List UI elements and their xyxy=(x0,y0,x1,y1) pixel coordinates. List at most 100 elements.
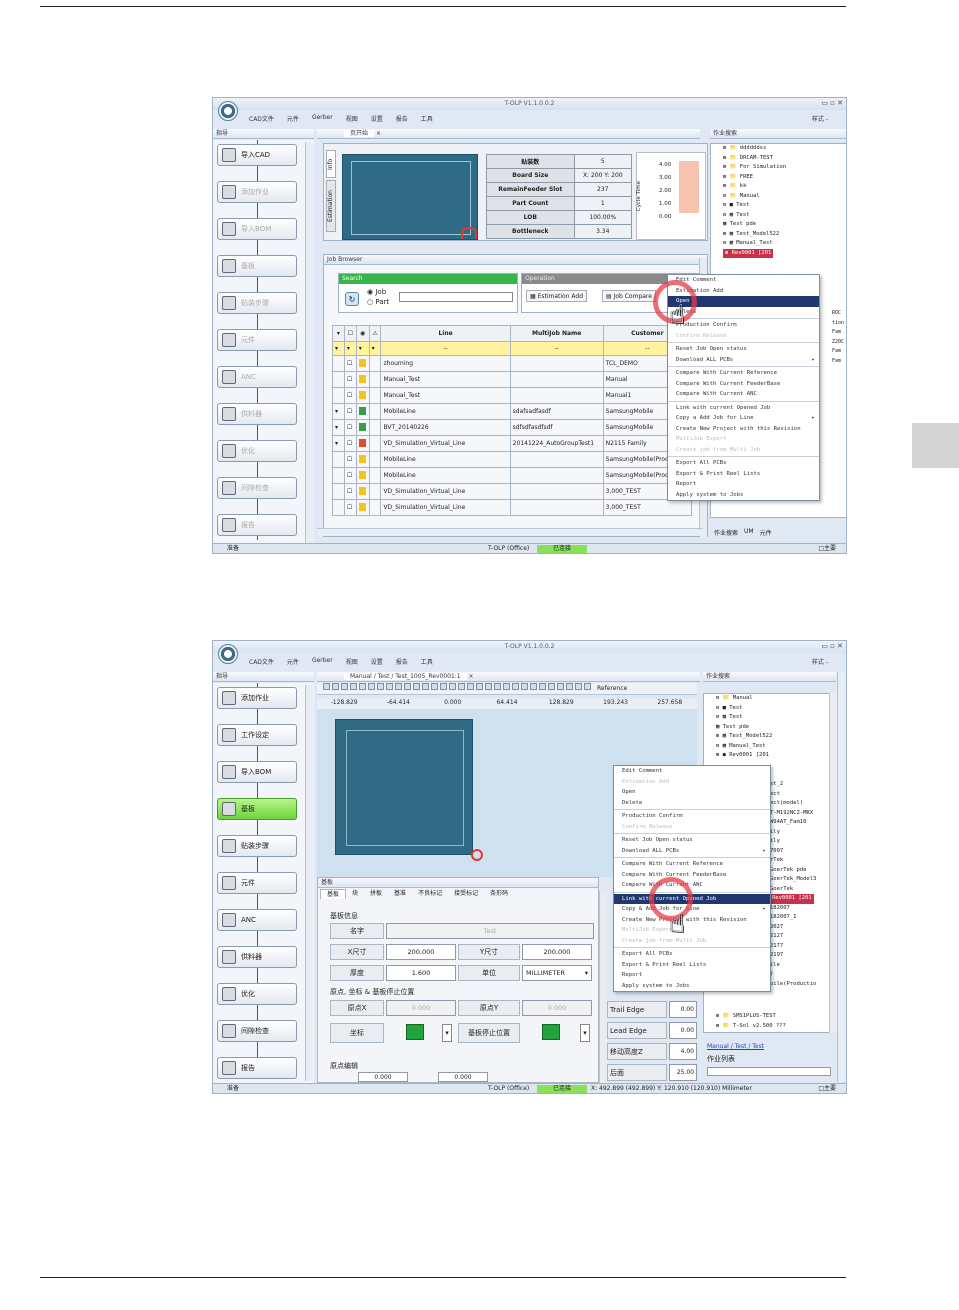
tree-item[interactable]: ⊞ 📁 SMS1PLUS-TEST xyxy=(716,1012,786,1022)
toolbar-tool-icon[interactable] xyxy=(494,683,501,690)
grid-header-0[interactable]: Line xyxy=(380,325,511,342)
grid-header-icon[interactable]: ☐ xyxy=(343,325,357,342)
context-menu-item[interactable]: Compare With Current ANC xyxy=(668,389,819,400)
tree-item[interactable]: ⊞ 📁 DRCAM-TEST xyxy=(723,154,846,164)
name-field[interactable]: Test xyxy=(386,923,594,939)
menu-item[interactable]: 工具 xyxy=(421,657,433,669)
context-menu-item[interactable]: Production Confirm xyxy=(668,320,819,331)
edge-value[interactable]: 0.00 xyxy=(669,1001,697,1018)
grid-filter-cell[interactable]: ▾ xyxy=(343,341,357,356)
bottom-tab[interactable]: UM xyxy=(744,528,754,540)
context-menu-item[interactable]: Compare With Current ANC xyxy=(614,880,770,891)
table-row[interactable]: ☐ MobileLine SamsungMobile(Prod xyxy=(332,451,693,468)
expand-icon[interactable]: ▾ xyxy=(332,419,345,436)
toolbar-tool-icon[interactable] xyxy=(449,683,456,690)
context-menu-item[interactable]: Create New Project with this Revision xyxy=(668,424,819,435)
tree-item[interactable]: ⊟ 📁 Manual xyxy=(723,192,846,202)
context-menu-item[interactable]: Compare With Current Reference xyxy=(614,859,770,870)
toolbar-tool-icon[interactable] xyxy=(404,683,411,690)
table-row[interactable]: ▾ ☐ MobileLine sdafsadfasdf SamsungMobile xyxy=(332,403,693,420)
toolbar-tool-icon[interactable] xyxy=(422,683,429,690)
grid-filter-cell[interactable]: ▾ xyxy=(368,341,382,356)
toolbar-tool-icon[interactable] xyxy=(332,683,339,690)
tree-item[interactable]: ⊟ ▦ Manual_Test xyxy=(723,239,846,249)
estimation-add-button[interactable]: ▦ Estimation Add xyxy=(526,290,588,302)
row-checkbox[interactable]: ☐ xyxy=(343,499,357,516)
nav-button[interactable]: 贴装步骤 xyxy=(217,292,297,314)
grid-header-icon[interactable]: ◉ xyxy=(355,325,370,342)
context-menu-item[interactable]: Copy & Add Job for Line ▸ xyxy=(614,904,770,915)
tree-item[interactable]: ⊞ ▦ Test_Model522 xyxy=(716,732,836,742)
toolbar-tool-icon[interactable] xyxy=(575,683,582,690)
board-stop-select-icon[interactable] xyxy=(542,1024,560,1040)
context-menu-item[interactable]: Link with current Opened Job xyxy=(668,403,819,414)
search-input[interactable] xyxy=(399,292,513,302)
tree-scrollbar[interactable] xyxy=(829,693,837,1033)
tree-item[interactable]: ⊞ ▦ Test_Model522 xyxy=(723,230,846,240)
toolbar-tool-icon[interactable] xyxy=(521,683,528,690)
chevron-down-icon[interactable]: ▾ xyxy=(585,969,588,977)
menu-item[interactable]: Gerber xyxy=(312,114,333,126)
nav-scrollbar[interactable] xyxy=(305,685,313,1081)
table-row[interactable]: ▾ ☐ VD_Simulation_Virtual_Line 20141224_Aut… xyxy=(332,435,693,452)
row-checkbox[interactable]: ☐ xyxy=(343,435,357,452)
toolbar-tool-icon[interactable] xyxy=(377,683,384,690)
nav-button[interactable]: 元件 xyxy=(217,329,297,351)
style-menu[interactable]: 样式 - xyxy=(812,657,828,666)
context-menu-item[interactable]: Compare With Current FeederBase xyxy=(668,379,819,390)
thickness-field[interactable]: 1.600 xyxy=(386,965,456,981)
tree-item-selected[interactable]: ⊞ Rev0001 [201 xyxy=(723,248,846,258)
expand-icon[interactable] xyxy=(332,371,345,388)
tree-item[interactable]: ⊟ ▦ Test xyxy=(723,211,846,221)
board-tab[interactable]: 接受标记 xyxy=(448,889,484,899)
estimation-vertical-tab[interactable]: Estimation xyxy=(326,180,336,232)
toolbar-tool-icon[interactable] xyxy=(458,683,465,690)
row-checkbox[interactable]: ☐ xyxy=(343,467,357,484)
menu-item[interactable]: 报告 xyxy=(396,657,408,669)
tree-item[interactable]: ▦ Test pde xyxy=(716,723,836,733)
context-menu-item[interactable]: Production Confirm xyxy=(614,811,770,822)
context-menu-item[interactable]: Export & Print Reel Lists xyxy=(668,469,819,480)
tree-item[interactable]: ⊟ 📁 Manual xyxy=(716,694,836,704)
chevron-down-icon[interactable]: ▾ xyxy=(442,1024,452,1042)
tree-item[interactable]: ⊞ 📁 For Simulation xyxy=(723,163,846,173)
row-checkbox[interactable]: ☐ xyxy=(343,355,357,372)
grid-header-icon[interactable]: ⚠ xyxy=(368,325,382,342)
context-menu-item[interactable]: Export All PCBs xyxy=(668,458,819,469)
context-menu-item[interactable]: Copy a Add Job for Line ▸ xyxy=(668,413,819,424)
nav-button[interactable]: 供料器 xyxy=(217,403,297,425)
toolbar-tool-icon[interactable] xyxy=(323,683,330,690)
app-logo-icon[interactable] xyxy=(218,644,238,664)
grid-filter-cell[interactable]: -- xyxy=(509,341,604,356)
toolbar-tool-icon[interactable] xyxy=(359,683,366,690)
nav-button[interactable]: 工作设定 xyxy=(217,724,297,746)
toolbar-tool-icon[interactable] xyxy=(476,683,483,690)
grid-filter-cell[interactable]: ▾ xyxy=(332,341,345,356)
menu-item[interactable]: 设置 xyxy=(371,114,383,126)
nav-button[interactable]: 导入BOM xyxy=(217,218,297,240)
row-checkbox[interactable]: ☐ xyxy=(343,451,357,468)
board-tab[interactable]: 基板 xyxy=(320,889,347,899)
board-panel-scrollbar[interactable] xyxy=(599,891,607,1083)
context-menu-item[interactable]: Compare With Current FeederBase xyxy=(614,870,770,881)
nav-button[interactable]: 报告 xyxy=(217,514,297,536)
menu-item[interactable]: Gerber xyxy=(312,657,333,669)
coordinate-select-icon[interactable] xyxy=(406,1024,424,1040)
context-menu-item[interactable]: Report xyxy=(614,970,770,981)
expand-icon[interactable]: ▾ xyxy=(332,403,345,420)
context-menu-item[interactable]: Report xyxy=(668,479,819,490)
tree-item[interactable]: ⊟ ■ Test xyxy=(723,201,846,211)
board-tab[interactable]: 拼板 xyxy=(364,889,388,899)
tree-item[interactable]: ▦ Test pde xyxy=(723,220,846,230)
tree-item[interactable]: ⊞ 📁 ddddddss xyxy=(723,144,846,154)
context-menu-item[interactable]: Edit Comment xyxy=(668,275,819,286)
context-menu-item[interactable]: Open xyxy=(614,787,770,798)
toolbar-tool-icon[interactable] xyxy=(530,683,537,690)
tree-highlight[interactable]: ⊞ Rev0001 [201 xyxy=(723,248,774,258)
expand-icon[interactable] xyxy=(332,483,345,500)
tree-highlight[interactable]: Rev0001 [201 xyxy=(770,894,814,904)
menu-item[interactable]: 工具 xyxy=(421,114,433,126)
toolbar-tool-icon[interactable] xyxy=(395,683,402,690)
tree-item-selected[interactable]: Rev0001 [201 xyxy=(770,894,816,904)
grid-header-icon[interactable]: ▾ xyxy=(332,325,345,342)
